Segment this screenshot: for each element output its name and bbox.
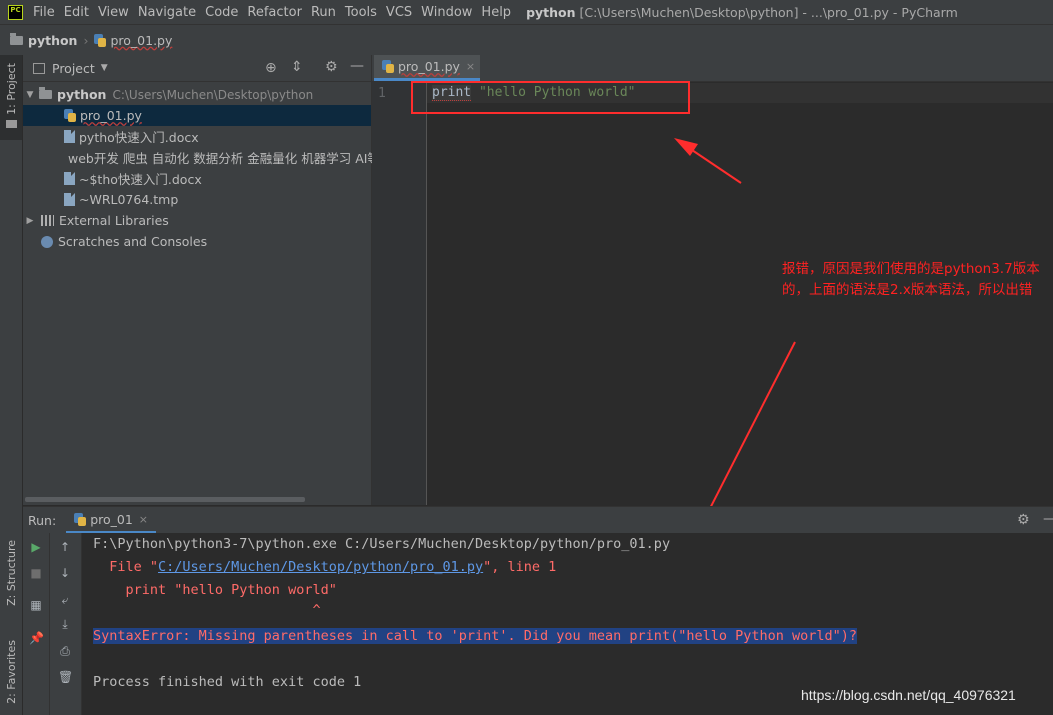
trash-icon[interactable]: 🗑 — [58, 670, 73, 684]
console-file-link[interactable]: C:/Users/Muchen/Desktop/python/pro_01.py — [158, 559, 483, 575]
soft-wrap-icon[interactable]: ⤶ — [58, 593, 72, 607]
run-toolbar-primary: ▶ ■ ▦ 📌 — [23, 533, 50, 715]
hide-panel-icon[interactable]: — — [1043, 511, 1053, 527]
arrow-up-icon[interactable]: ↑ — [58, 540, 72, 554]
close-icon[interactable]: × — [139, 513, 148, 526]
console-file-suffix: ", line 1 — [483, 559, 557, 575]
watermark: https://blog.csdn.net/qq_40976321 — [801, 687, 1016, 703]
run-toolbar-secondary: ↑ ↓ ⤶ ⤓ ⎙ 🗑 — [50, 533, 82, 715]
stop-icon[interactable]: ■ — [29, 566, 43, 580]
console-source: print "hello Python world" — [93, 582, 337, 598]
run-tab-pro-01[interactable]: pro_01 × — [66, 507, 157, 534]
arrow-to-code — [674, 138, 742, 184]
run-panel-header: Run: pro_01 × ⚙ — — [23, 506, 1053, 534]
run-label: Run: — [28, 513, 57, 528]
rerun-icon[interactable]: ▶ — [29, 540, 43, 554]
arrow-down-icon[interactable]: ↓ — [58, 566, 72, 580]
console-file-prefix: File " — [93, 559, 159, 575]
console-command: F:\Python\python3-7\python.exe C:/Users/… — [93, 536, 671, 552]
console-caret: ^ — [93, 602, 321, 618]
gear-icon[interactable]: ⚙ — [1017, 512, 1030, 528]
console-file-line: File "C:/Users/Muchen/Desktop/python/pro… — [93, 559, 556, 575]
print-icon[interactable]: ⎙ — [58, 644, 72, 658]
python-run-icon — [74, 512, 87, 526]
pin-icon[interactable]: 📌 — [29, 631, 44, 645]
run-tab-label: pro_01 — [90, 511, 133, 527]
console-exit: Process finished with exit code 1 — [93, 674, 362, 690]
layout-icon[interactable]: ▦ — [29, 598, 43, 612]
console-error-line: SyntaxError: Missing parentheses in call… — [93, 628, 858, 644]
console-error: SyntaxError: Missing parentheses in call… — [93, 628, 858, 644]
scroll-to-end-icon[interactable]: ⤓ — [58, 617, 72, 631]
